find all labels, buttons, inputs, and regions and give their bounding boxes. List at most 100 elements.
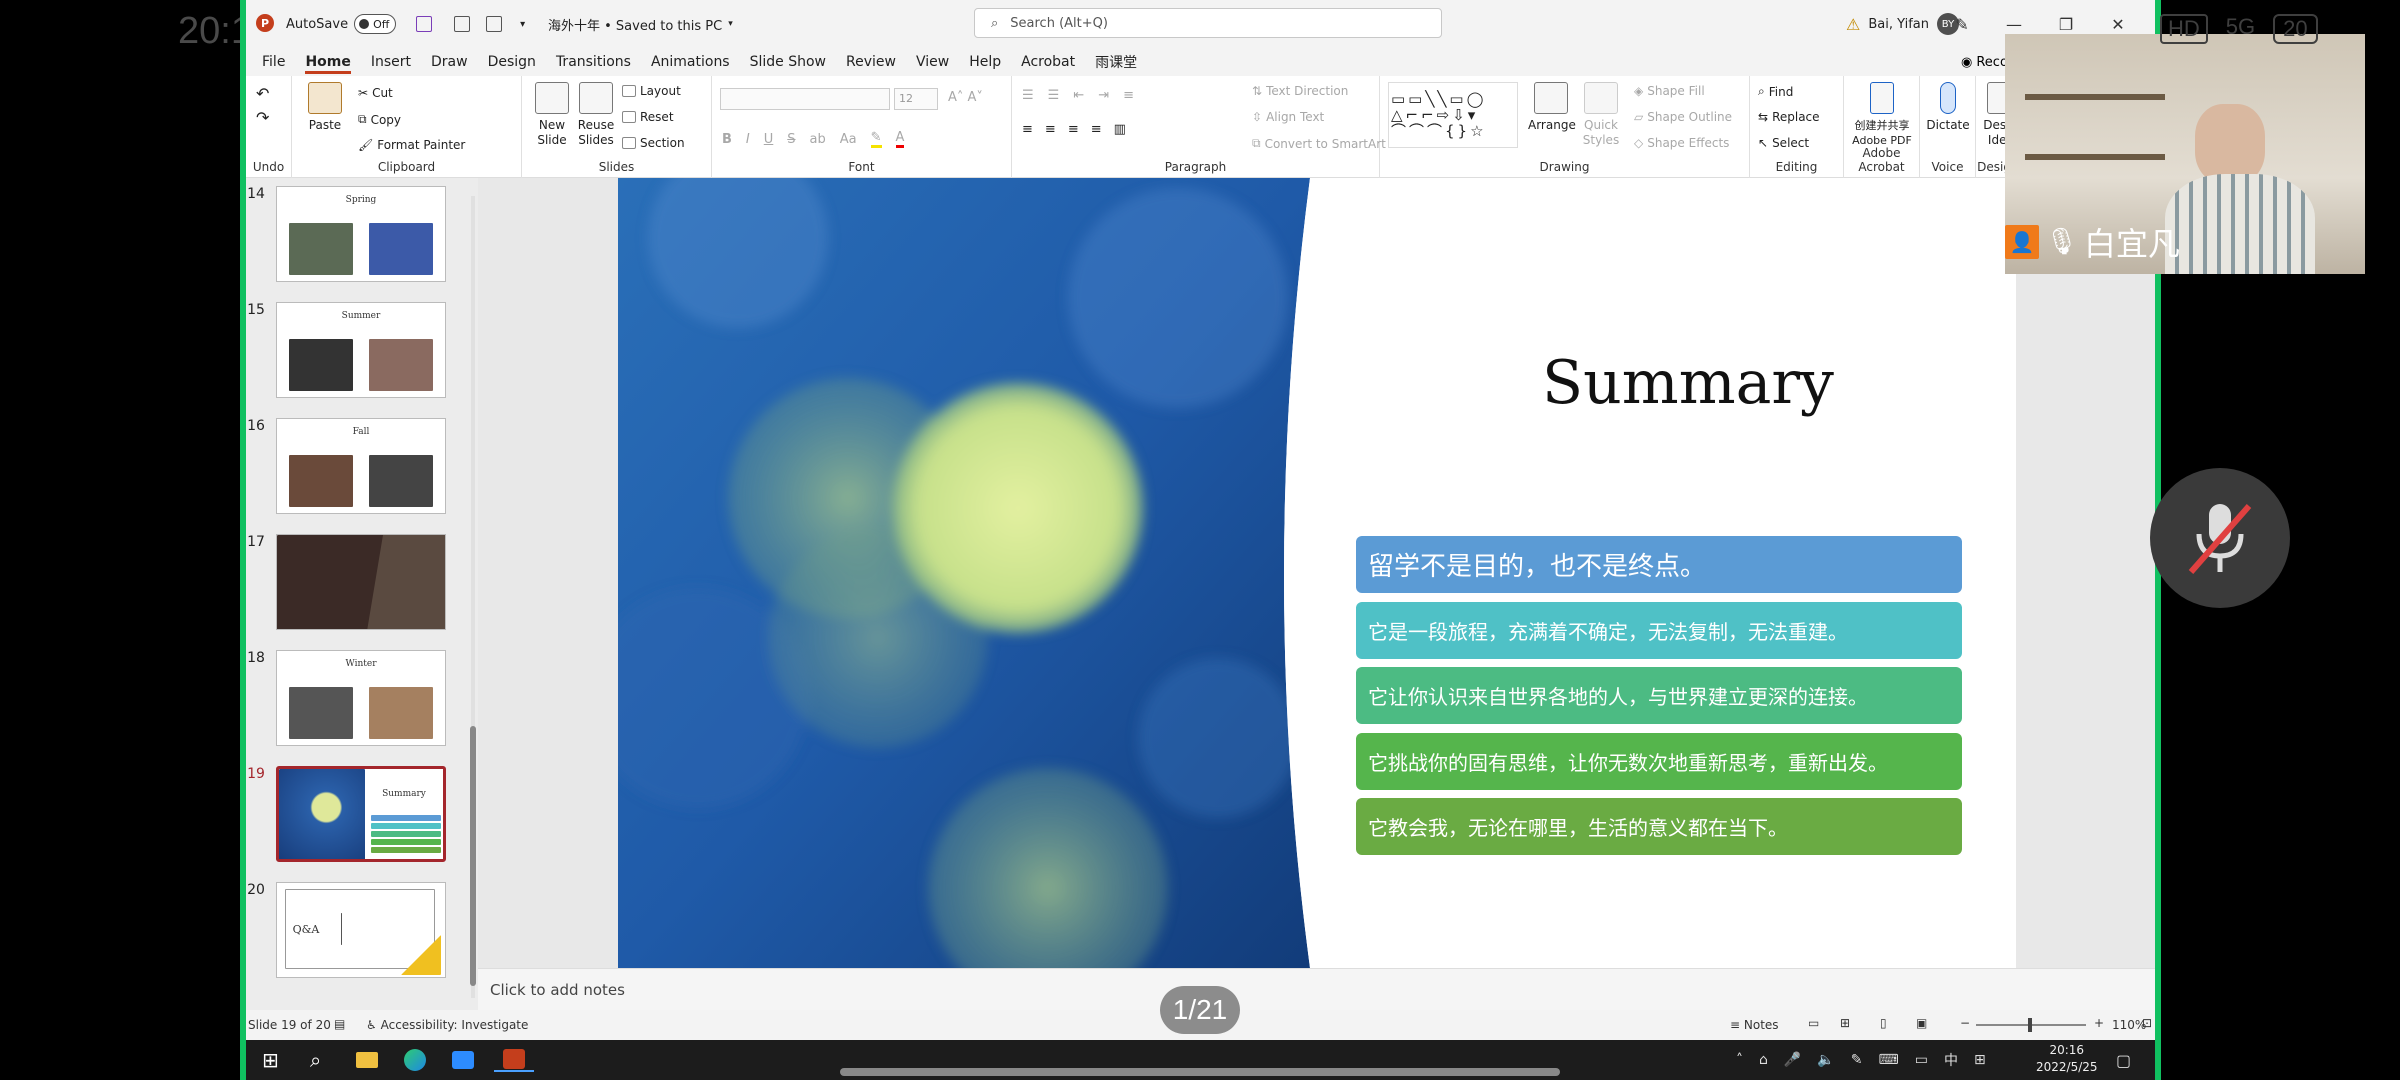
shape-fill-button[interactable]: ◈ Shape Fill bbox=[1634, 84, 1705, 98]
italic-icon[interactable]: I bbox=[746, 132, 750, 147]
tab-6[interactable]: Animations bbox=[641, 48, 740, 76]
reuse-slides-button[interactable]: Reuse Slides bbox=[574, 82, 618, 148]
thumbnail-scrollbar[interactable] bbox=[468, 186, 478, 1016]
chevron-up-icon[interactable]: ˄ bbox=[1736, 1052, 1743, 1068]
shape-effects-button[interactable]: ◇ Shape Effects bbox=[1634, 136, 1729, 150]
accessibility-button[interactable]: ♿ Accessibility: Investigate bbox=[366, 1018, 528, 1032]
tab-7[interactable]: Slide Show bbox=[740, 48, 836, 76]
justify-icon[interactable]: ≡ bbox=[1091, 122, 1102, 137]
record-button[interactable]: ◉ Reco bbox=[1961, 48, 2008, 76]
gesture-bar[interactable] bbox=[840, 1068, 1560, 1076]
dictate-button[interactable]: Dictate bbox=[1924, 82, 1972, 133]
paste-button[interactable]: Paste bbox=[302, 82, 348, 133]
bold-icon[interactable]: B bbox=[722, 132, 732, 147]
restore-icon[interactable]: ❐ bbox=[2040, 15, 2092, 34]
volume-icon[interactable]: 🔈 bbox=[1817, 1052, 1834, 1068]
strike-icon[interactable]: S bbox=[787, 132, 795, 147]
microphone-tray-icon[interactable]: 🎤 bbox=[1784, 1052, 1801, 1068]
tab-4[interactable]: Design bbox=[478, 48, 546, 76]
tab-2[interactable]: Insert bbox=[361, 48, 421, 76]
increase-indent-icon[interactable]: ⇥ bbox=[1098, 88, 1109, 103]
ime-indicator[interactable]: 中 bbox=[1944, 1050, 1958, 1070]
list-buttons[interactable]: ☰ ☰ ⇤ ⇥ ≡ bbox=[1022, 88, 1134, 103]
zoom-slider-thumb[interactable] bbox=[2028, 1018, 2032, 1032]
present-icon[interactable] bbox=[454, 16, 471, 32]
notifications-icon[interactable]: ▢ bbox=[2116, 1048, 2131, 1072]
tab-12[interactable]: 雨课堂 bbox=[1085, 48, 1147, 76]
taskbar-clock[interactable]: 20:16 2022/5/25 bbox=[2036, 1042, 2098, 1076]
font-size-combo[interactable]: 12 bbox=[894, 88, 938, 110]
network-icon[interactable]: ⌂ bbox=[1759, 1052, 1768, 1068]
document-title[interactable]: 海外十年 • Saved to this PC ▾ bbox=[548, 0, 733, 48]
new-slide-button[interactable]: New Slide bbox=[530, 82, 574, 148]
tab-9[interactable]: View bbox=[906, 48, 959, 76]
tab-1[interactable]: Home bbox=[295, 48, 360, 76]
grow-font-icon[interactable]: A˄ A˅ bbox=[948, 90, 983, 105]
close-icon[interactable]: ✕ bbox=[2092, 15, 2144, 34]
edge-browser-icon[interactable] bbox=[404, 1048, 426, 1072]
pen-tray-icon[interactable]: ✎ bbox=[1851, 1052, 1863, 1068]
font-format-buttons[interactable]: B I U Sab Aa ✎ A bbox=[722, 130, 905, 148]
search-taskbar-icon[interactable]: ⌕ bbox=[310, 1048, 321, 1072]
reset-button[interactable]: Reset bbox=[622, 110, 674, 124]
minimize-icon[interactable]: — bbox=[1988, 15, 2040, 34]
align-buttons[interactable]: ≡ ≡ ≡ ≡ ▥ bbox=[1022, 122, 1126, 137]
display-icon[interactable]: ▭ bbox=[1915, 1052, 1928, 1068]
fit-slide-icon[interactable]: ⊡ bbox=[2142, 1016, 2152, 1030]
replace-button[interactable]: ⇆ Replace bbox=[1758, 110, 1820, 124]
save-icon[interactable] bbox=[416, 16, 433, 32]
shape-outline-button[interactable]: ▱ Shape Outline bbox=[1634, 110, 1732, 124]
highlight-icon[interactable]: ✎ bbox=[870, 130, 882, 148]
summary-bullet-2[interactable]: 它是一段旅程，充满着不确定，无法复制，无法重建。 bbox=[1356, 601, 1962, 659]
shapes-gallery[interactable]: ▭▭╲╲▭◯ △⌐⌐⇨⇩▾ ⌒⌒⌒{}☆ bbox=[1388, 82, 1518, 148]
tab-3[interactable]: Draw bbox=[421, 48, 478, 76]
slide-thumbnail[interactable]: Winter bbox=[276, 650, 446, 746]
summary-bullet-5[interactable]: 它教会我，无论在哪里，生活的意义都在当下。 bbox=[1356, 798, 1962, 855]
autosave-toggle[interactable]: Off bbox=[354, 14, 397, 34]
decrease-indent-icon[interactable]: ⇤ bbox=[1073, 88, 1084, 103]
quick-styles-button[interactable]: Quick Styles bbox=[1578, 82, 1624, 148]
align-right-icon[interactable]: ≡ bbox=[1068, 122, 1079, 137]
normal-view-icon[interactable]: ▭ bbox=[1808, 1016, 1819, 1030]
font-color-icon[interactable]: A bbox=[895, 130, 905, 148]
zoom-out-icon[interactable]: − bbox=[1960, 1016, 1970, 1030]
font-name-combo[interactable] bbox=[720, 88, 890, 110]
search-box[interactable]: ⌕ Search (Alt+Q) bbox=[974, 8, 1442, 38]
undo-icon[interactable]: ↶ bbox=[256, 84, 269, 103]
align-text-button[interactable]: ⇳ Align Text bbox=[1252, 110, 1324, 124]
copy-button[interactable]: ⧉ Copy bbox=[358, 112, 401, 127]
notes-toggle-button[interactable]: ≡ Notes bbox=[1730, 1018, 1779, 1032]
tab-5[interactable]: Transitions bbox=[546, 48, 641, 76]
slide-thumbnail[interactable]: Summer bbox=[276, 302, 446, 398]
redo-icon[interactable]: ↷ bbox=[256, 108, 269, 127]
text-direction-button[interactable]: ⇅ Text Direction bbox=[1252, 84, 1348, 98]
notes-pane[interactable]: Click to add notes bbox=[478, 968, 2155, 1010]
find-button[interactable]: ⌕ Find bbox=[1758, 84, 1793, 99]
zoom-app-icon[interactable] bbox=[452, 1048, 474, 1072]
tab-8[interactable]: Review bbox=[836, 48, 906, 76]
format-painter-button[interactable]: 🖌 Format Painter bbox=[358, 138, 465, 152]
summary-bullet-4[interactable]: 它挑战你的固有思维，让你无数次地重新思考，重新出发。 bbox=[1356, 732, 1962, 790]
pen-icon[interactable]: ✎ bbox=[1936, 15, 1988, 34]
slide-thumbnail[interactable] bbox=[276, 534, 446, 630]
powerpoint-taskbar-icon[interactable] bbox=[494, 1048, 534, 1072]
numbering-icon[interactable]: ☰ bbox=[1048, 88, 1060, 103]
tab-11[interactable]: Acrobat bbox=[1011, 48, 1085, 76]
change-case-icon[interactable]: Aa bbox=[840, 132, 857, 147]
bullets-icon[interactable]: ☰ bbox=[1022, 88, 1034, 103]
summary-bullet-3[interactable]: 它让你认识来自世界各地的人，与世界建立更深的连接。 bbox=[1356, 667, 1962, 724]
slide-title[interactable]: Summary bbox=[1398, 348, 1978, 418]
align-left-icon[interactable]: ≡ bbox=[1022, 122, 1033, 137]
keyboard-icon[interactable]: ⌨ bbox=[1879, 1052, 1899, 1068]
start-button[interactable]: ⊞ bbox=[262, 1048, 279, 1072]
slideshow-icon[interactable]: ▣ bbox=[1916, 1016, 1927, 1030]
mute-microphone-button[interactable] bbox=[2150, 468, 2290, 608]
convert-smartart-button[interactable]: ⧉ Convert to SmartArt bbox=[1252, 136, 1386, 151]
summary-bullet-1[interactable]: 留学不是目的，也不是终点。 bbox=[1356, 536, 1962, 593]
layout-button[interactable]: Layout bbox=[622, 84, 681, 98]
tab-10[interactable]: Help bbox=[959, 48, 1011, 76]
slide-thumbnail[interactable]: Q&A bbox=[276, 882, 446, 978]
arrange-button[interactable]: Arrange bbox=[1528, 82, 1576, 133]
cut-button[interactable]: ✂ Cut bbox=[358, 86, 393, 100]
file-explorer-icon[interactable] bbox=[356, 1048, 378, 1072]
